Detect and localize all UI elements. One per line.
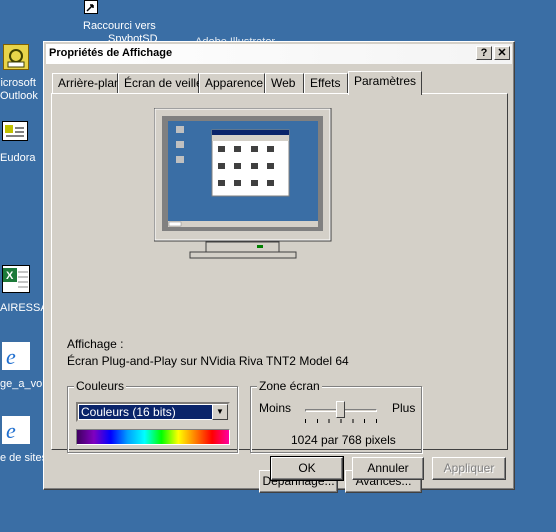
desktop-icon-label: licrosoft: [0, 77, 36, 89]
tab-settings[interactable]: Paramètres: [348, 71, 422, 95]
monitor-preview: [153, 107, 334, 278]
desktop-icon-label: Raccourci vers: [83, 20, 156, 32]
chevron-down-icon[interactable]: ▼: [212, 404, 228, 420]
title-bar[interactable]: Propriétés de Affichage ? ✕: [46, 44, 512, 64]
slider-more-label: Plus: [392, 401, 416, 415]
screen-area-legend: Zone écran: [257, 379, 322, 393]
svg-text:e: e: [6, 344, 16, 369]
desktop-icon-label: ge_a_voir: [0, 378, 49, 390]
desktop-icon-label: Outlook: [0, 90, 38, 102]
svg-text:e: e: [6, 418, 16, 443]
color-depth-value: Couleurs (16 bits): [79, 405, 213, 419]
display-device-value: Écran Plug-and-Play sur NVidia Riva TNT2…: [67, 354, 349, 368]
tab-background[interactable]: Arrière-plan: [52, 73, 121, 93]
help-button[interactable]: ?: [476, 46, 492, 60]
slider-less-label: Moins: [259, 401, 292, 415]
colors-legend: Couleurs: [74, 379, 127, 393]
tab-screensaver[interactable]: Écran de veille: [118, 73, 203, 93]
cancel-button[interactable]: Annuler: [352, 457, 424, 480]
svg-text:X: X: [6, 270, 14, 282]
internet-explorer-icon: e: [2, 342, 30, 370]
close-button[interactable]: ✕: [494, 46, 510, 60]
resolution-slider[interactable]: [305, 401, 377, 427]
dialog-title: Propriétés de Affichage: [49, 47, 173, 59]
color-spectrum-bar: [76, 429, 230, 445]
tab-web[interactable]: Web: [265, 73, 304, 93]
internet-explorer-icon: e: [2, 416, 30, 444]
tab-effects[interactable]: Effets: [304, 73, 348, 93]
display-properties-dialog: Propriétés de Affichage ? ✕ Arrière-plan…: [43, 41, 515, 493]
settings-panel: Affichage : Écran Plug-and-Play sur NVid…: [51, 93, 508, 493]
shortcut-icon: [84, 0, 98, 14]
outlook-icon: [3, 44, 29, 70]
resolution-value: 1024 par 768 pixels: [291, 433, 396, 447]
screen-area-group: Zone écran Moins Plus 1024 par 768 pixel…: [250, 379, 422, 453]
excel-icon: X: [2, 265, 30, 293]
display-label: Affichage :: [67, 337, 124, 351]
desktop-icon-label: Eudora: [0, 152, 36, 164]
desktop-icon-label: e de sites: [0, 452, 48, 464]
eudora-icon: [2, 121, 28, 141]
colors-group: Couleurs Couleurs (16 bits) ▼: [67, 379, 238, 453]
ok-button[interactable]: OK: [270, 456, 344, 481]
desktop-icon-label: AIRESSA: [0, 302, 48, 314]
slider-ticks: [305, 419, 377, 423]
tab-appearance[interactable]: Apparence: [199, 73, 265, 93]
apply-button[interactable]: Appliquer: [432, 457, 506, 480]
monitor-illustration: [153, 107, 332, 259]
color-depth-select[interactable]: Couleurs (16 bits) ▼: [76, 402, 230, 422]
slider-thumb[interactable]: [336, 401, 345, 418]
